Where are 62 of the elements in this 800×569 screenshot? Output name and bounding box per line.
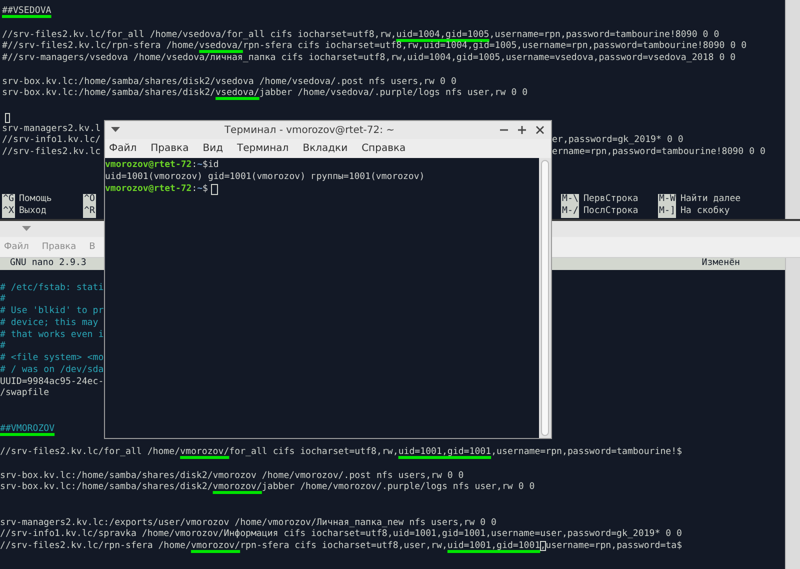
- shortcut-key: ^R: [83, 206, 96, 218]
- shortcut-key: ^O: [83, 194, 96, 206]
- menu-item[interactable]: Вид: [202, 143, 223, 154]
- menu-item[interactable]: Файл: [109, 143, 137, 154]
- code-line: srv-managers2.kv.l: [2, 124, 101, 135]
- code-line: //srv-info1.kv.lc/spravka /home/vmorozov/Информация cifs iocharset=utf8,uid=1001,gid=1001,username=user,password=gk_2019* 0 0: [0, 529, 682, 541]
- maximize-icon[interactable]: [517, 125, 527, 135]
- menu-item[interactable]: Справка: [362, 143, 406, 154]
- code-line: #: [0, 341, 6, 353]
- shortcut-key: M-]: [658, 206, 676, 218]
- shortcut-key: M-W: [658, 194, 676, 206]
- window-title: Терминал - vmorozov@rtet-72: ~: [223, 124, 396, 136]
- code-line: # / was on /dev/sda: [0, 364, 104, 376]
- shortcut-label: Выход: [18, 206, 46, 218]
- shortcut-key: M-/: [561, 206, 580, 218]
- shortcut-key: M-\: [561, 194, 580, 206]
- code-line: srv-box.kv.lc:/home/samba/shares/disk2/vmorozov /home/vmorozov/.post nfs users,rw 0 0: [0, 470, 464, 482]
- output-line: uid=1001(vmorozov) gid=1001(vmorozov) группы=1001(vmorozov): [105, 172, 425, 184]
- code-line: //srv-info1.kv.lc/: [2, 135, 101, 147]
- scrollbar[interactable]: [785, 0, 800, 219]
- code-line: #: [0, 294, 6, 306]
- code-line: # that works even i: [0, 330, 104, 342]
- code-line: # device; this may: [0, 318, 98, 330]
- menu-item[interactable]: Терминал: [236, 143, 289, 154]
- code-line: srv-box.kv.lc:/home/samba/shares/disk2/vsedova/jabber /home/vsedova/.purple/logs nfs user,rw 0 0: [2, 88, 528, 100]
- code-line: //srv-files2.kv.lc/for_all /home/vmorozov/for_all cifs iocharset=utf8,rw,uid=1001,gid=1001,username=rpn,password=tambourine!$: [0, 447, 682, 459]
- menu-item[interactable]: Вкладки: [302, 143, 348, 154]
- scrollbar[interactable]: [785, 258, 800, 569]
- shortcut-label: ПослСтрока: [583, 206, 638, 218]
- shortcut-key: ^G: [2, 194, 15, 206]
- prompt-line: vmorozov@rtet-72:~$id: [105, 160, 219, 172]
- menu-item[interactable]: Правка: [150, 143, 189, 154]
- shortcut-label: Помощь: [18, 194, 52, 206]
- code-line: srv-managers2.kv.lc:/exports/user/vmorozov /home/vmorozov/Личная_папка_new nfs users,rw 0 0: [0, 518, 497, 529]
- code-line: er,password=gk_2019* 0 0: [552, 135, 684, 147]
- editor-version: GNU nano 2.9.3: [10, 258, 86, 270]
- close-icon[interactable]: [535, 125, 545, 135]
- code-line: ##VSEDOVA: [2, 6, 52, 18]
- code-line: #//srv-files2.kv.lc/rpn-sfera /home/vsedova/rpn-sfera cifs iocharset=utf8,rw,uid=1004,gid=1005,username=rpn,password=tambourine!8090 0 0: [2, 41, 747, 53]
- code-line: #//srv-managers/vsedova /home/vsedova/личная_папка cifs iocharset=utf8,rw,uid=1004,gid=1005,username=vsedova,password=vsedova_2018 0 0: [2, 53, 736, 65]
- code-line: /swapfile: [0, 388, 50, 400]
- code-line: ##VMOROZOV: [0, 424, 55, 436]
- shortcut-key: ^X: [2, 206, 15, 218]
- prompt-line: vmorozov@rtet-72:~$: [105, 184, 208, 196]
- dropdown-icon[interactable]: [22, 226, 31, 232]
- code-line: ername=rpn,password=tambourine!8090 0 0: [552, 147, 766, 159]
- code-line: srv-box.kv.lc:/home/samba/shares/disk2/vsedova /home/vsedova/.post nfs users,rw 0 0: [2, 76, 456, 88]
- code-line: srv-box.kv.lc:/home/samba/shares/disk2/vmorozov/jabber /home/vmorozov/.purple/logs nfs user,rw 0 0: [0, 482, 535, 494]
- modified-status: Изменён: [702, 258, 740, 270]
- text-cursor: [5, 112, 10, 123]
- code-line: # Use 'blkid' to pr: [0, 306, 104, 318]
- shortcut-label: На скобку: [680, 206, 730, 218]
- dropdown-icon[interactable]: [111, 127, 120, 133]
- code-line: //srv-files2.kv.lc: [2, 147, 101, 159]
- code-line: # /etc/fstab: stati: [0, 282, 104, 294]
- code-line: //srv-files2.kv.lc/rpn-sfera /home/vmorozov/rpn-sfera cifs iocharset=utf8,user,rw,uid=1001,gid=1001,username=rpn,password=ta$: [0, 541, 682, 553]
- code-line: UUID=9984ac95-24ec-: [0, 376, 104, 388]
- scrollbar[interactable]: [539, 158, 551, 438]
- shortcut-label: Найти далее: [680, 194, 741, 206]
- code-line: # <file system> <mo: [0, 353, 104, 365]
- code-line: //srv-files2.kv.lc/for_all /home/vsedova/for_all cifs iocharset=utf8,rw,uid=1004,gid=1005,username=rpn,password=tambourine!8090 0 0: [2, 30, 720, 41]
- shortcut-label: ПервСтрока: [583, 194, 638, 206]
